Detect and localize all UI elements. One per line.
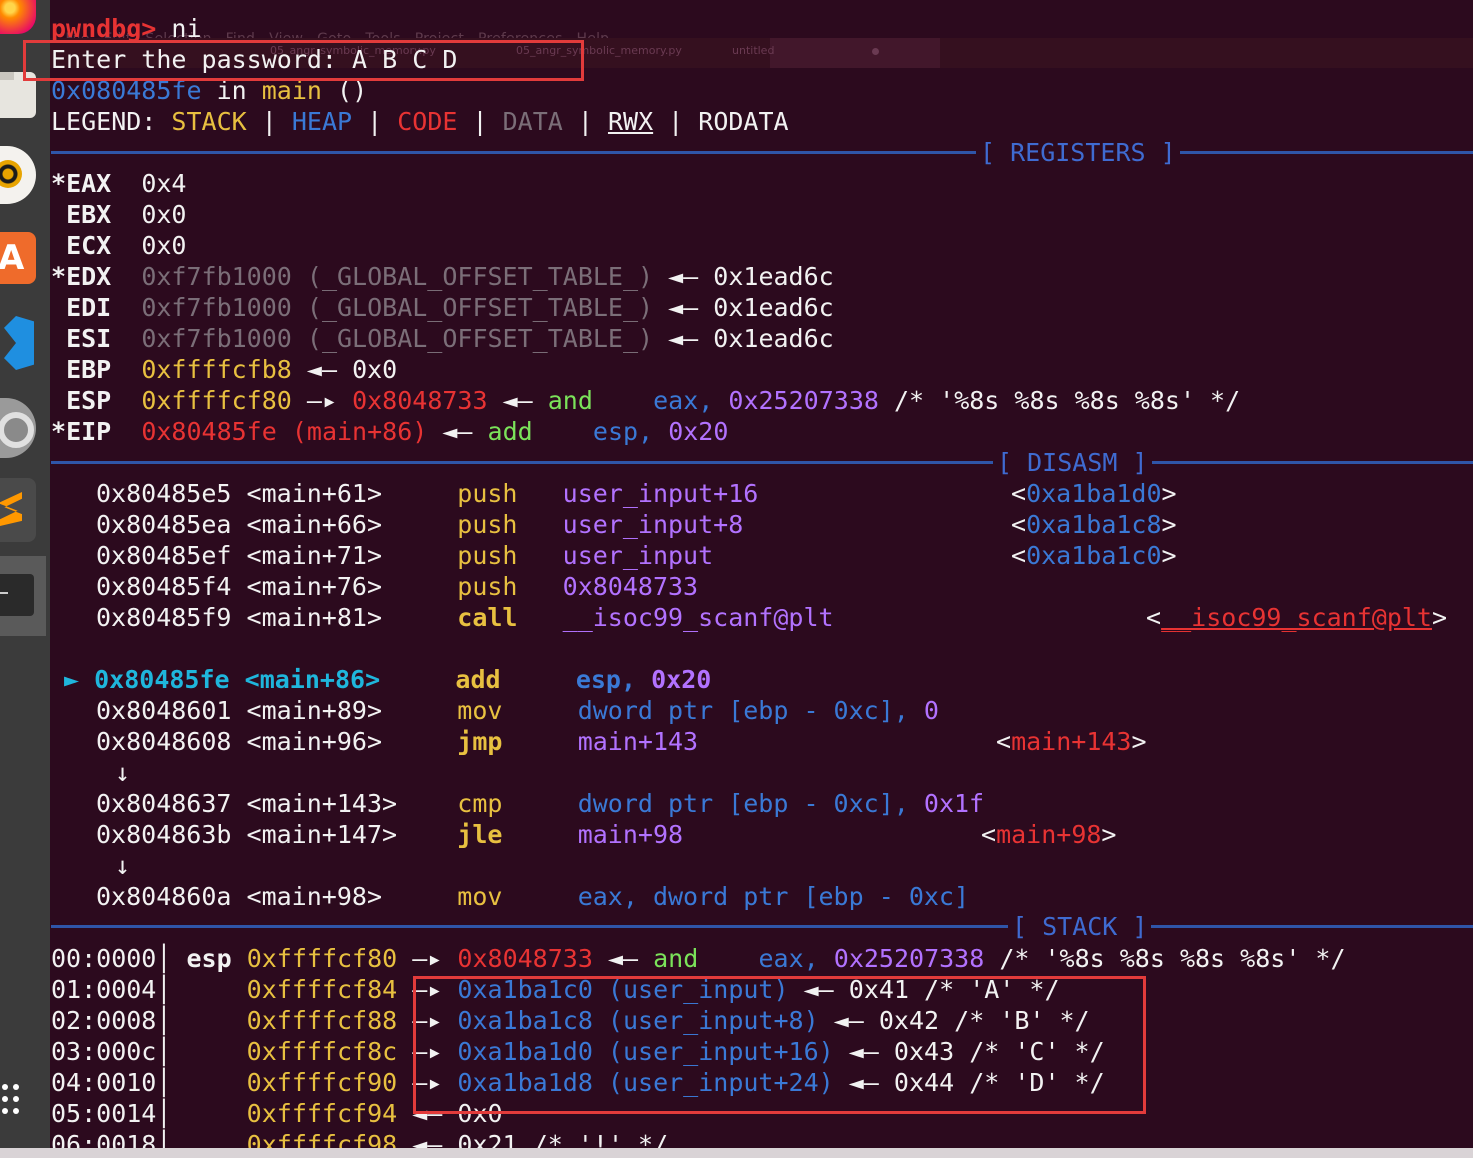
stack-index: 05:0014 xyxy=(51,1099,157,1128)
stack-index: 04:0010 xyxy=(51,1068,157,1097)
app-grid-icon[interactable] xyxy=(2,1084,30,1126)
annotation-box-user-input-stack xyxy=(413,976,1146,1114)
annotation-box-password-output xyxy=(23,40,584,81)
stack-index: 01:0004 xyxy=(51,975,157,1004)
terminal-icon[interactable] xyxy=(0,574,34,616)
stack-address: 0xffffcf84 xyxy=(246,975,398,1004)
stack-comment: /* '!' */ xyxy=(532,1130,669,1148)
stack-index: 02:0008 xyxy=(51,1006,157,1035)
stack-address: 0xffffcf8c xyxy=(246,1037,398,1066)
stack-address: 0xffffcf90 xyxy=(246,1068,398,1097)
stack-index: 06:0018 xyxy=(51,1130,157,1148)
firefox-icon[interactable] xyxy=(0,0,36,34)
settings-icon[interactable] xyxy=(0,398,36,458)
vscode-icon[interactable] xyxy=(0,312,36,374)
stack-index: 00:0000 xyxy=(51,944,157,973)
stack-address: 0xffffcf88 xyxy=(246,1006,398,1035)
sublime-text-icon[interactable] xyxy=(0,478,36,542)
stack-value: 0x21 xyxy=(457,1130,518,1148)
stack-address: 0xffffcf94 xyxy=(246,1099,398,1128)
stack-register: esp xyxy=(186,944,232,973)
stack-insn: and xyxy=(653,944,699,973)
stack-comment: /* '%8s %8s %8s %8s' */ xyxy=(999,944,1346,973)
stack-address: 0xffffcf98 xyxy=(246,1130,398,1148)
stack-operand-imm: 0x25207338 xyxy=(833,944,985,973)
stack-index: 03:000c xyxy=(51,1037,157,1066)
stack-operand: eax, xyxy=(758,944,819,973)
stack-row: 00:0000│ esp 0xffffcf80 —▸ 0x8048733 ◄— … xyxy=(51,944,1346,973)
stack-row: 06:0018│ 0xffffcf98 ◄— 0x21 /* '!' */ xyxy=(51,1129,668,1148)
ubuntu-dock: A xyxy=(0,0,50,1158)
software-center-icon[interactable]: A xyxy=(0,232,36,284)
stack-address: 0xffffcf80 xyxy=(246,944,398,973)
rhythmbox-icon[interactable] xyxy=(0,146,36,204)
bottom-status-strip xyxy=(0,1148,1473,1158)
stack-pointer: 0x8048733 xyxy=(457,944,593,973)
